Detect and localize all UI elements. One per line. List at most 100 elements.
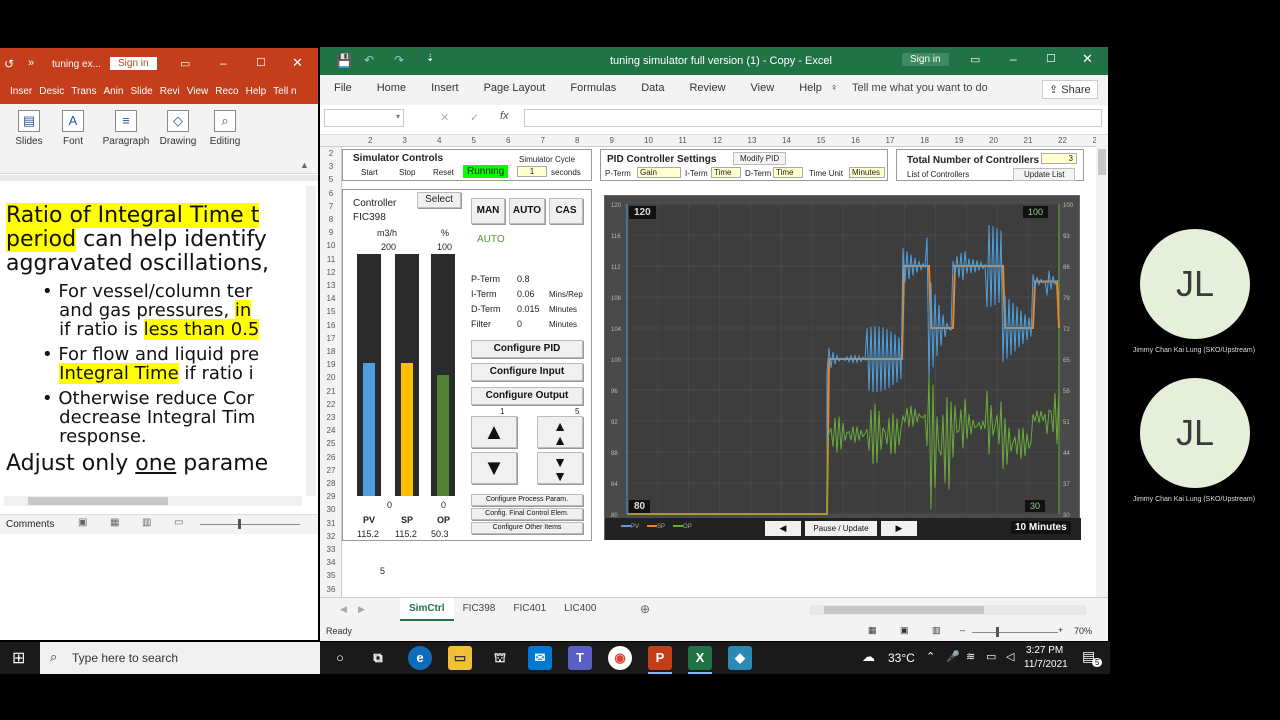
zoom-thumb[interactable] [238,519,241,529]
menu-item[interactable]: Formulas [570,82,616,94]
row-header[interactable]: 18 [322,347,340,356]
ppt-tab[interactable]: Anin [103,86,123,97]
column-header[interactable]: 6 [506,136,510,145]
battery-icon[interactable]: ▭ [986,650,996,663]
prev-button[interactable]: ◀ [765,521,801,536]
row-header[interactable]: 5 [322,175,340,184]
column-header[interactable]: 10 [644,136,653,145]
man-button[interactable]: MAN [471,198,505,224]
row-header[interactable]: 35 [322,571,340,580]
name-box[interactable]: ▾ [324,109,404,127]
comments-button[interactable]: Comments [6,519,54,530]
row-header[interactable]: 26 [322,453,340,462]
row-header[interactable]: 14 [322,294,340,303]
slide-content[interactable]: Ratio of Integral Time t period can help… [6,186,306,504]
microphone-icon[interactable]: 🎤 [946,650,960,663]
ppt-tab[interactable]: Tell n [273,86,296,97]
row-header[interactable]: 3 [322,162,340,171]
column-header[interactable]: 15 [817,136,826,145]
page-break-icon[interactable]: ▥ [932,625,941,636]
column-header[interactable]: 2 [368,136,372,145]
row-header[interactable]: 11 [322,255,340,264]
clock-time[interactable]: 3:27 PM [1026,645,1063,656]
lightbulb-icon[interactable]: ♀ [830,82,838,94]
ribbon-display-icon[interactable]: ▭ [180,57,190,70]
font-group[interactable]: A Font [48,110,98,147]
menu-item[interactable]: Data [641,82,664,94]
wifi-icon[interactable]: ≋ [966,650,975,663]
prev-sheet-icon[interactable]: ◀ [340,604,347,615]
column-header[interactable]: 5 [472,136,476,145]
zoom-slider[interactable] [972,632,1058,633]
menu-item[interactable]: File [334,82,352,94]
menu-item[interactable]: View [751,82,775,94]
windows-start-icon[interactable]: ⊞ [12,648,25,668]
configure-other-button[interactable]: Configure Other Items [471,522,583,534]
row-header[interactable]: 23 [322,413,340,422]
reading-view-icon[interactable]: ▥ [142,517,151,528]
row-header[interactable]: 21 [322,387,340,396]
normal-view-icon[interactable]: ▣ [78,517,87,528]
column-header[interactable]: 3 [403,136,407,145]
row-header[interactable]: 29 [322,492,340,501]
page-layout-icon[interactable]: ▣ [900,625,909,636]
increase-large-button[interactable]: ▲ ▲ [537,416,583,448]
column-header[interactable]: 22 [1058,136,1067,145]
ppt-tab[interactable]: Reco [215,86,238,97]
customize-qat-icon[interactable]: ⇣ [426,53,434,64]
more-icon[interactable]: » [28,57,34,69]
row-header[interactable]: 33 [322,545,340,554]
update-list-button[interactable]: Update List [1013,168,1076,181]
excel-signin-button[interactable]: Sign in [902,53,949,66]
zoom-slider[interactable] [200,524,300,525]
column-header[interactable]: 19 [955,136,964,145]
next-sheet-icon[interactable]: ▶ [358,604,365,615]
time-unit-select[interactable]: Minutes [849,167,885,178]
column-header[interactable]: 21 [1024,136,1033,145]
editing-group[interactable]: ⌕ Editing [200,110,250,147]
horizontal-scrollbar[interactable] [810,605,1086,615]
chrome-icon[interactable]: ◉ [608,646,632,670]
row-header[interactable]: 8 [322,215,340,224]
configure-input-button[interactable]: Configure Input [471,363,583,381]
maximize-icon[interactable]: ☐ [1046,52,1056,65]
iterm-select[interactable]: Time [711,167,741,178]
ribbon-display-icon[interactable]: ▭ [970,53,980,66]
minimize-icon[interactable]: – [1010,52,1017,66]
chevron-up-icon[interactable]: ⌃ [926,650,935,663]
row-header[interactable]: 9 [322,228,340,237]
row-header[interactable]: 12 [322,268,340,277]
row-header[interactable]: 22 [322,400,340,409]
row-header[interactable]: 15 [322,307,340,316]
dterm-select[interactable]: Time [773,167,803,178]
menu-item[interactable]: Page Layout [484,82,546,94]
task-view-icon[interactable]: ⧉ [366,646,390,670]
row-header[interactable]: 10 [322,241,340,250]
maximize-icon[interactable]: ☐ [256,56,266,69]
decrease-large-button[interactable]: ▼ ▼ [537,452,583,484]
sheet-tab[interactable]: LIC400 [555,598,605,621]
auto-button[interactable]: AUTO [509,198,545,224]
cortana-icon[interactable]: ○ [328,646,352,670]
drawing-group[interactable]: ◇ Drawing [153,110,203,147]
configure-output-button[interactable]: Configure Output [471,387,583,405]
configure-process-button[interactable]: Configure Process Param. [471,494,583,506]
redo-icon[interactable]: ↷ [394,53,404,67]
menu-item[interactable]: Review [689,82,725,94]
row-header[interactable]: 25 [322,439,340,448]
excel-icon[interactable]: X [688,646,712,670]
worksheet[interactable]: 234567891011121314151617181920212223 235… [320,135,1108,597]
menu-item[interactable]: Home [377,82,406,94]
next-button[interactable]: ▶ [881,521,917,536]
column-header[interactable]: 16 [851,136,860,145]
stop-button[interactable]: Stop [399,168,415,177]
ppt-tab[interactable]: View [187,86,209,97]
pause-update-button[interactable]: Pause / Update [805,521,877,536]
menu-item[interactable]: Help [799,82,822,94]
clock-date[interactable]: 11/7/2021 [1024,659,1068,670]
increase-small-button[interactable]: ▲ [471,416,517,448]
collapse-ribbon-icon[interactable]: ▲ [300,160,309,170]
app-icon[interactable]: ◆ [728,646,752,670]
column-header[interactable]: 17 [886,136,895,145]
cas-button[interactable]: CAS [549,198,583,224]
